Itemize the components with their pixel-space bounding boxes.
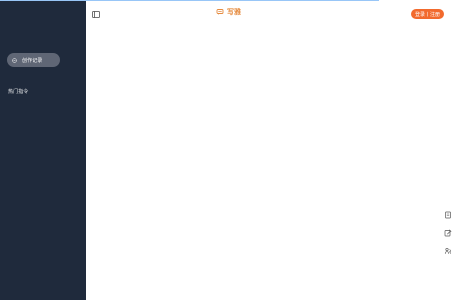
document-icon [444,211,452,219]
edit-icon [444,229,452,237]
chat-logo-icon [216,8,224,16]
document-button[interactable] [443,210,453,220]
main-content: 写雅 登录丨注册 [86,0,456,300]
creation-history-label: 创作记录 [22,57,43,64]
users-icon [444,247,452,255]
edit-button[interactable] [443,228,453,238]
sidebar-top-line [0,0,86,1]
users-button[interactable] [443,246,453,256]
sidebar: 创作记录 热门指令 [0,0,86,300]
message-icon [12,57,17,63]
login-register-button[interactable]: 登录丨注册 [411,9,444,19]
menu-toggle-icon[interactable] [92,11,100,18]
logo-text: 写雅 [227,8,241,16]
app-window: 创作记录 热门指令 写雅 登录丨注册 [0,0,456,300]
site-logo: 写雅 [216,8,241,16]
floating-tool-rail [441,210,455,256]
creation-history-button[interactable]: 创作记录 [7,53,60,67]
top-progress-line [86,0,379,1]
popular-commands-label: 热门指令 [8,89,29,95]
